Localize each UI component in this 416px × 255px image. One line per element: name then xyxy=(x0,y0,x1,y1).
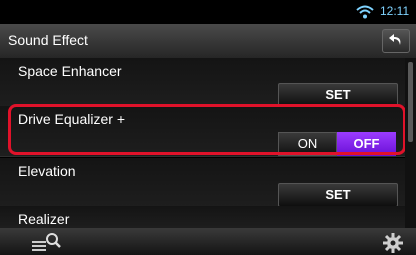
scrollbar-thumb[interactable] xyxy=(408,62,413,142)
elevation-set-button[interactable]: SET xyxy=(278,183,398,207)
realizer-label: Realizer xyxy=(18,211,70,227)
bottom-bar xyxy=(0,228,416,255)
title-bar: Sound Effect xyxy=(0,24,416,58)
wifi-icon xyxy=(356,5,374,19)
elevation-label: Elevation xyxy=(18,163,76,179)
search-list-icon[interactable] xyxy=(30,231,64,253)
list-item-realizer: Realizer xyxy=(0,206,405,229)
clock: 12:11 xyxy=(380,4,410,18)
selection-highlight xyxy=(8,104,406,155)
back-arrow-icon xyxy=(389,34,401,45)
list-item-space-enhancer: Space Enhancer SET xyxy=(0,58,405,109)
scrollbar[interactable] xyxy=(405,58,416,228)
list-item-elevation: Elevation SET xyxy=(0,158,405,209)
gear-icon[interactable] xyxy=(382,232,404,254)
page-title: Sound Effect xyxy=(8,32,88,48)
back-button[interactable] xyxy=(382,29,410,53)
status-bar: 12:11 xyxy=(0,0,416,24)
space-enhancer-label: Space Enhancer xyxy=(18,63,122,79)
